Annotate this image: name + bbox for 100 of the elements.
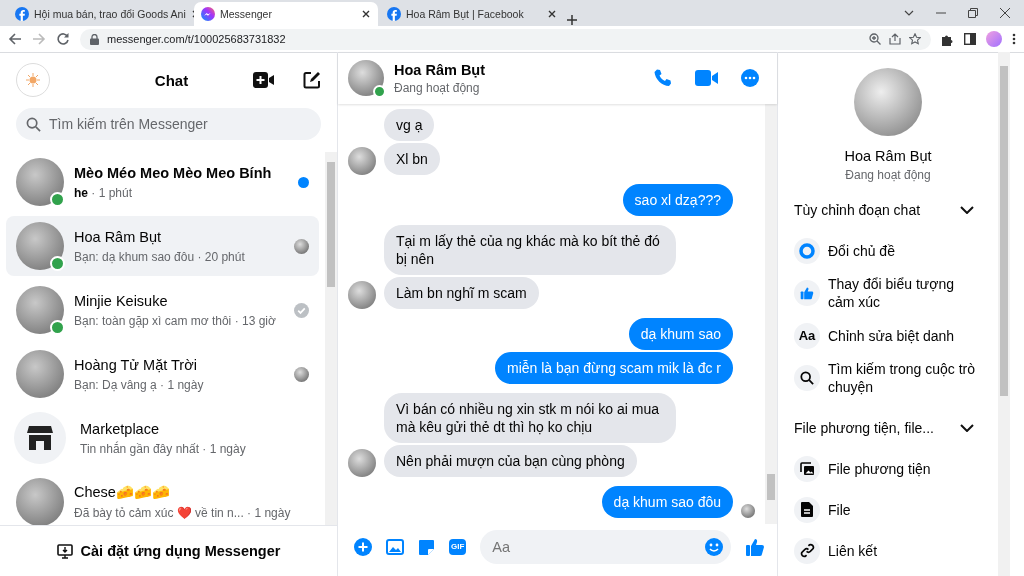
profile-avatar[interactable]	[986, 31, 1002, 47]
message-bubble: sao xl dzạ???	[622, 184, 733, 216]
share-icon[interactable]	[889, 33, 901, 45]
avatar	[16, 158, 64, 206]
menu-item[interactable]: Liên kết	[778, 530, 998, 571]
contact-name: Chese🧀🧀🧀	[74, 484, 171, 501]
contact-name: Marketplace	[80, 420, 160, 437]
message-input[interactable]: Aa	[480, 530, 731, 564]
zoom-icon[interactable]	[869, 33, 881, 45]
avatar	[16, 286, 64, 334]
menu-item[interactable]: Đổi chủ đề	[778, 230, 998, 271]
close-icon[interactable]	[1000, 8, 1010, 18]
facebook-logo-icon	[387, 7, 401, 21]
contact-name: Mèo Méo Meo Mèo Meo Bính	[74, 164, 273, 181]
browser-tab[interactable]: Messenger	[194, 2, 378, 26]
message-bubble: dạ khum sao đôu	[601, 486, 733, 518]
phone-icon[interactable]	[653, 68, 673, 88]
thumbs-up-icon[interactable]	[745, 537, 765, 557]
more-vertical-icon[interactable]	[1012, 33, 1016, 45]
message-time: · 1 ngày	[160, 377, 204, 392]
message-preview: Bạn: Dạ vâng ạ	[74, 377, 157, 392]
smiley-icon[interactable]	[705, 538, 723, 556]
chevron-down-icon	[960, 424, 974, 432]
avatar	[16, 222, 64, 270]
active-status: Đang hoạt động	[394, 80, 481, 95]
facebook-logo-icon	[15, 7, 29, 21]
message-time: · 13 giờ	[234, 313, 276, 328]
menu-item[interactable]: File	[778, 489, 998, 530]
search-icon	[26, 117, 41, 132]
browser-tab[interactable]: Hoa Râm Bụt | Facebook	[380, 2, 564, 26]
side-panel-icon[interactable]	[964, 33, 976, 45]
message-time: · 1 phút	[91, 185, 133, 200]
menu-item[interactable]: Thay đổi biểu tượng cảm xúc	[778, 271, 998, 315]
scrollbar[interactable]	[765, 104, 777, 524]
scrollbar[interactable]	[998, 52, 1010, 576]
messenger-logo-icon	[201, 7, 215, 21]
media-gallery-icon	[799, 461, 815, 476]
scrollbar[interactable]	[325, 152, 337, 525]
address-bar[interactable]: messenger.com/t/100025683731832	[80, 28, 931, 50]
conversation-item[interactable]: Chese🧀🧀🧀 Đã bày tỏ cảm xúc ❤ về tin n... · 1 ngày	[6, 472, 319, 525]
message-bubble: Tại m lấy thẻ của ng khác mà ko bít thẻ đó bị nên	[384, 225, 676, 275]
message-preview: Bạn: dạ khum sao đôu	[74, 249, 195, 264]
contact-name: Hoa Râm Bụt	[843, 148, 933, 164]
conversation-item[interactable]: Marketplace Tin nhắn gần đây nhất · 1 ngày	[6, 408, 319, 468]
star-icon[interactable]	[909, 33, 921, 45]
image-icon[interactable]	[386, 539, 404, 555]
message-preview: he	[74, 185, 88, 200]
lock-icon	[90, 33, 99, 45]
back-arrow-icon[interactable]	[8, 32, 22, 46]
sidebar-title: Chat	[153, 71, 190, 89]
contact-name: Hoàng Tử Mặt Trời	[74, 356, 198, 373]
contact-name[interactable]: Hoa Râm Bụt	[394, 61, 643, 78]
avatar	[16, 478, 64, 525]
close-icon[interactable]	[547, 9, 557, 19]
message-preview: Đã bày tỏ cảm xúc ❤ về tin n...	[74, 506, 244, 520]
contact-name: Minjie Keisuke	[74, 292, 169, 309]
message-time: · 1 ngày	[247, 506, 291, 520]
message-bubble: dạ khum sao	[628, 318, 733, 350]
conversation-item[interactable]: Minjie Keisuke Bạn: toàn gặp xì cam mơ thôi · 13 giờ	[6, 280, 319, 340]
message-bubble: miễn là bạn đừng scam mik là đc r	[495, 352, 733, 384]
conversation-item[interactable]: Hoa Râm Bụt Bạn: dạ khum sao đôu · 20 phút	[6, 216, 319, 276]
menu-item[interactable]: File phương tiện	[778, 448, 998, 489]
message-bubble: Vì bán có nhiều ng xin stk m nói ko ai mua mà kêu gửi thẻ dt thì họ ko chịu	[384, 393, 676, 443]
section-header[interactable]: Tùy chỉnh đoạn chat	[778, 190, 998, 230]
conversation-item[interactable]: Mèo Méo Meo Mèo Meo Bính he · 1 phút	[6, 152, 319, 212]
compose-icon[interactable]	[303, 71, 321, 89]
theme-circle-icon	[799, 242, 815, 259]
add-icon[interactable]	[354, 538, 372, 556]
store-icon	[26, 425, 54, 451]
message-preview: Bạn: toàn gặp xì cam mơ thôi	[74, 313, 232, 328]
menu-item[interactable]: Aa Chỉnh sửa biệt danh	[778, 315, 998, 356]
video-call-icon[interactable]	[253, 72, 275, 88]
message-time: · 20 phút	[197, 249, 245, 264]
chevron-down-icon	[960, 206, 974, 214]
close-icon[interactable]	[361, 9, 371, 19]
conversation-item[interactable]: Hoàng Tử Mặt Trời Bạn: Dạ vâng ạ · 1 ngày	[6, 344, 319, 404]
avatar	[16, 350, 64, 398]
sun-logo-icon	[25, 72, 41, 88]
sticker-icon[interactable]	[418, 538, 435, 556]
link-icon	[799, 543, 815, 558]
search-field[interactable]: Tìm kiếm trên Messenger	[16, 108, 321, 140]
menu-item[interactable]: Tìm kiếm trong cuộc trò chuyện	[778, 356, 998, 400]
more-options-icon[interactable]	[741, 69, 759, 87]
contact-avatar[interactable]	[348, 60, 384, 96]
reload-icon[interactable]	[56, 32, 70, 46]
section-header[interactable]: File phương tiện, file...	[778, 408, 998, 448]
nickname-icon: Aa	[798, 326, 816, 345]
contact-name: Hoa Râm Bụt	[74, 228, 163, 245]
active-status: Đang hoạt động	[844, 168, 932, 182]
new-tab-icon[interactable]	[566, 14, 578, 26]
chevron-down-icon[interactable]	[904, 10, 914, 16]
install-app-button[interactable]: Cài đặt ứng dụng Messenger	[46, 537, 291, 565]
message-bubble: vg ạ	[384, 109, 435, 141]
gif-button[interactable]: GIF	[449, 539, 467, 555]
message-bubble: Nên phải mượn của bạn cùng phòng	[384, 445, 637, 477]
message-bubble: Làm bn nghĩ m scam	[384, 277, 539, 309]
restore-icon[interactable]	[968, 8, 978, 18]
message-time: · 1 ngày	[202, 441, 246, 456]
thumbs-up-icon	[800, 286, 814, 300]
document-icon	[801, 502, 813, 517]
